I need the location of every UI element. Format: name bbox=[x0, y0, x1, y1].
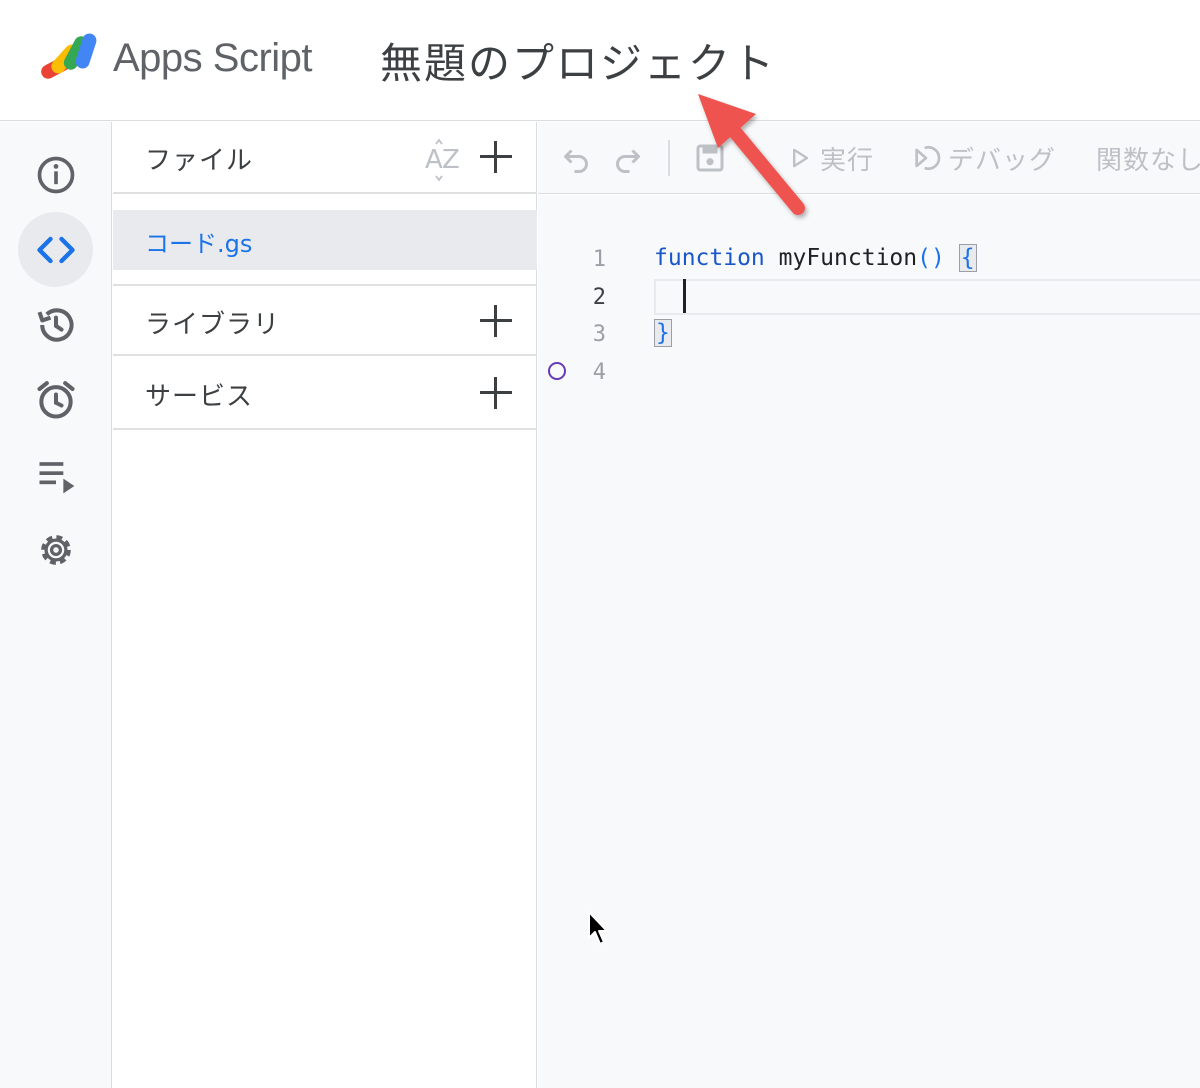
code-line-3: } bbox=[654, 319, 672, 347]
file-item-label: コード.gs bbox=[145, 230, 253, 258]
alarm-icon bbox=[36, 380, 75, 419]
nav-executions[interactable] bbox=[18, 437, 93, 512]
code-line-1: function myFunction() { bbox=[654, 244, 977, 272]
sort-az-icon[interactable]: A Z bbox=[419, 138, 463, 182]
nav-overview[interactable] bbox=[18, 137, 93, 212]
undo-icon bbox=[564, 149, 588, 173]
code-close-brace: } bbox=[654, 319, 672, 347]
files-section-header: ファイル A Z bbox=[113, 122, 537, 194]
add-service-button[interactable] bbox=[475, 372, 517, 414]
nav-settings[interactable] bbox=[18, 512, 93, 587]
code-parens: () bbox=[917, 245, 945, 271]
line-number: 4 bbox=[592, 360, 606, 385]
debug-label: デバッグ bbox=[948, 145, 1057, 176]
code-icon bbox=[36, 236, 75, 263]
mouse-pointer-icon bbox=[588, 911, 608, 945]
redo-icon bbox=[616, 149, 640, 173]
code-open-brace: { bbox=[958, 244, 977, 272]
libraries-section: ライブラリ bbox=[113, 284, 537, 356]
code-keyword: function bbox=[654, 245, 765, 271]
svg-text:A: A bbox=[425, 145, 443, 175]
toolbar-divider bbox=[668, 140, 670, 176]
breakpoint-marker[interactable] bbox=[548, 362, 566, 380]
code-editor[interactable]: 1 2 3 4 function myFunction() { } bbox=[538, 195, 1200, 1088]
redo-button[interactable] bbox=[610, 138, 646, 178]
function-select-value: 関数なし bbox=[1096, 145, 1200, 176]
code-function-name: myFunction bbox=[778, 245, 918, 271]
line-number: 2 bbox=[592, 285, 606, 310]
left-nav-rail bbox=[0, 122, 112, 1088]
history-icon bbox=[37, 307, 74, 342]
nav-triggers[interactable] bbox=[18, 362, 93, 437]
run-label: 実行 bbox=[820, 145, 875, 176]
files-header-label: ファイル bbox=[145, 146, 254, 176]
debug-button[interactable]: デバッグ bbox=[910, 138, 1056, 178]
svg-text:Z: Z bbox=[442, 145, 460, 175]
line-number: 3 bbox=[592, 322, 606, 347]
services-section: サービス bbox=[113, 358, 537, 430]
project-title[interactable]: 無題のプロジェクト bbox=[380, 30, 776, 91]
app-name: Apps Script bbox=[113, 36, 313, 80]
editor-toolbar: 実行 デバッグ 関数なし bbox=[538, 122, 1200, 194]
services-label: サービス bbox=[145, 382, 254, 412]
info-icon bbox=[37, 156, 74, 193]
current-line-highlight bbox=[654, 279, 1200, 315]
apps-script-logo[interactable] bbox=[38, 30, 102, 84]
undo-button[interactable] bbox=[558, 138, 594, 178]
nav-editor[interactable] bbox=[18, 212, 93, 287]
nav-history[interactable] bbox=[18, 287, 93, 362]
annotation-arrow-icon bbox=[698, 94, 805, 215]
libraries-label: ライブラリ bbox=[145, 310, 281, 340]
debug-icon bbox=[915, 146, 941, 170]
file-item-code-gs[interactable]: コード.gs bbox=[113, 210, 537, 270]
line-number: 1 bbox=[592, 247, 606, 272]
top-header: Apps Script 無題のプロジェクト bbox=[0, 0, 1200, 121]
text-caret bbox=[683, 279, 686, 313]
gear-icon bbox=[40, 534, 71, 565]
add-library-button[interactable] bbox=[475, 300, 517, 342]
add-file-button[interactable] bbox=[475, 136, 517, 178]
playlist-play-icon bbox=[39, 461, 74, 493]
function-select[interactable]: 関数なし bbox=[1090, 138, 1200, 178]
files-panel: ファイル A Z コード.gs ライブラリ サービス bbox=[113, 122, 537, 1088]
